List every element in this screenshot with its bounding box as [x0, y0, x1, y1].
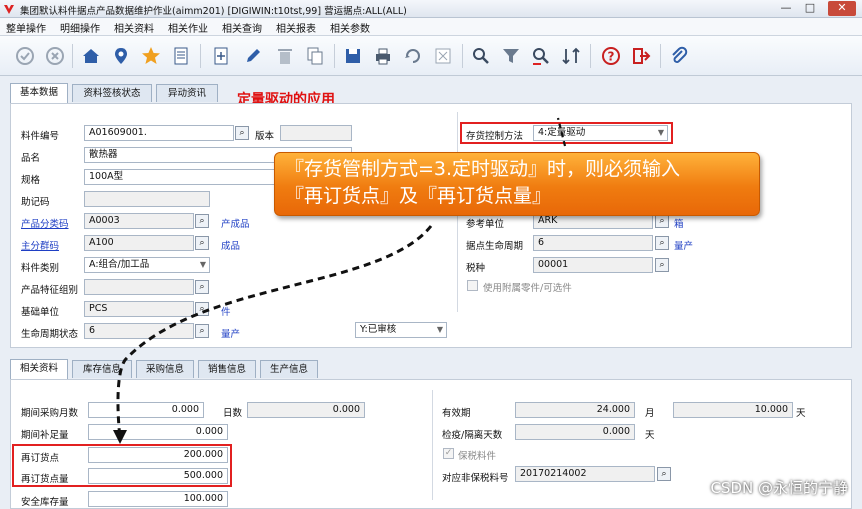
watermark: CSDN @永恒的宁静 — [710, 479, 848, 497]
annotation-arrows — [113, 117, 567, 444]
callout-line-1: 『存货管制方式=3.定时驱动』时，则必须输入 — [285, 158, 681, 180]
callout-box: 『存货管制方式=3.定时驱动』时，则必须输入 『再订货点』及『再订货点量』 — [274, 152, 760, 216]
callout-line-2: 『再订货点』及『再订货点量』 — [285, 185, 552, 207]
